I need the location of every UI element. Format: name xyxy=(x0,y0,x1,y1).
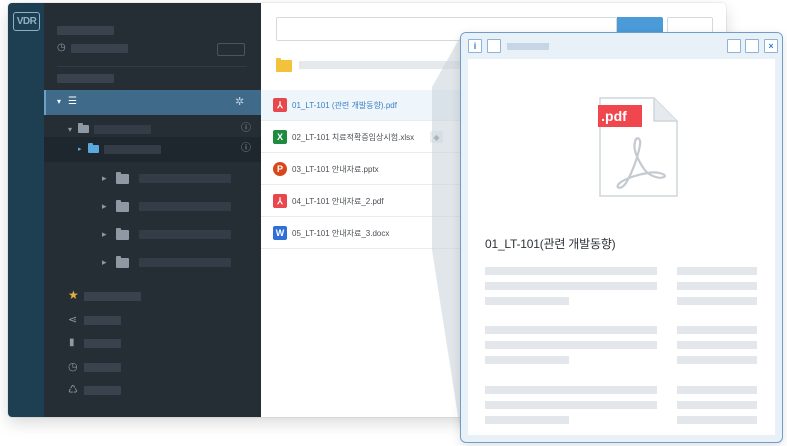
text-line-placeholder xyxy=(485,341,657,349)
info-button[interactable]: i xyxy=(468,39,482,53)
text-line-placeholder xyxy=(485,386,657,394)
preview-toolbar: i × xyxy=(461,33,782,59)
favorites-placeholder xyxy=(84,292,141,301)
folder-icon xyxy=(116,200,129,212)
chevron-right-icon[interactable]: ▸ xyxy=(102,257,107,267)
preview-document-title: 01_LT-101(관련 개발동향) xyxy=(485,237,616,251)
text-line-placeholder xyxy=(485,267,657,275)
folder-name-placeholder xyxy=(94,125,151,134)
trash-placeholder xyxy=(84,386,121,395)
folder-icon xyxy=(116,256,129,268)
chevron-down-icon[interactable]: ▾ xyxy=(68,125,72,135)
text-line-placeholder xyxy=(677,297,757,305)
chevron-right-icon[interactable]: ▸ xyxy=(102,229,107,239)
shared-placeholder xyxy=(84,316,121,325)
preview-window: i × .pdf 01_LT-101(관련 개발동향) xyxy=(460,32,783,443)
sidebar: ◷ ▾ ☰ ✲ ▾ ⓘ ▸ ⓘ ▸ ▸ ▸ ▸ ★ ⋖ ▮ ◷ ♺ xyxy=(44,3,261,417)
text-line-placeholder xyxy=(677,416,757,424)
text-line-placeholder xyxy=(677,267,757,275)
stage: VDR ◷ ▾ ☰ ✲ ▾ ⓘ ▸ ⓘ ▸ ▸ ▸ ▸ ★ ⋖ ▮ ◷ ♺ ⅄ … xyxy=(0,0,787,446)
sidebar-section-placeholder xyxy=(57,74,114,83)
chevron-right-icon[interactable]: ▸ xyxy=(102,173,107,183)
preview-body: .pdf 01_LT-101(관련 개발동향) xyxy=(468,59,775,435)
pdf-icon: ⅄ xyxy=(273,98,287,112)
text-line-placeholder xyxy=(677,401,757,409)
excel-icon: X xyxy=(273,130,287,144)
pdf-icon: ⅄ xyxy=(273,194,287,208)
text-line-placeholder xyxy=(485,326,657,334)
folder-name-placeholder xyxy=(139,258,231,267)
sidebar-subtitle-placeholder xyxy=(71,44,128,53)
vdr-logo[interactable]: VDR xyxy=(13,12,40,31)
preview-title-placeholder xyxy=(507,43,549,50)
file-name: 01_LT-101 (관련 개발동향).pdf xyxy=(292,101,397,110)
minimize-button[interactable] xyxy=(727,39,741,53)
info-icon[interactable]: ⓘ xyxy=(241,124,251,134)
file-name: 05_LT-101 안내자료_3.docx xyxy=(292,229,390,238)
file-name: 03_LT-101 안내자료.pptx xyxy=(292,165,379,174)
text-line-placeholder xyxy=(677,341,757,349)
text-line-placeholder xyxy=(485,282,657,290)
share-icon[interactable]: ⋖ xyxy=(68,315,77,326)
info-icon[interactable]: ⓘ xyxy=(241,144,251,154)
tag-icon[interactable]: ◆ xyxy=(430,131,443,143)
text-line-placeholder xyxy=(485,297,569,305)
maximize-button[interactable] xyxy=(745,39,759,53)
text-line-placeholder xyxy=(485,401,657,409)
file-name: 04_LT-101 안내자료_2.pdf xyxy=(292,197,384,206)
folder-icon xyxy=(276,58,292,72)
file-name: 02_LT-101 치료적확증임상시험.xlsx xyxy=(292,133,415,142)
pdf-document-icon: .pdf xyxy=(598,97,678,197)
app-rail: VDR xyxy=(8,3,44,417)
close-button[interactable]: × xyxy=(764,39,778,53)
clock-icon[interactable]: ◷ xyxy=(68,362,78,373)
list-icon: ☰ xyxy=(68,96,77,107)
folder-name-placeholder xyxy=(139,202,231,211)
chevron-down-icon[interactable]: ▾ xyxy=(57,97,61,107)
sidebar-divider xyxy=(57,66,247,67)
chevron-right-icon[interactable]: ▸ xyxy=(102,201,107,211)
gear-icon[interactable]: ✲ xyxy=(235,97,244,108)
text-line-placeholder xyxy=(677,356,757,364)
folder-icon xyxy=(116,172,129,184)
folder-icon xyxy=(88,143,99,153)
documents-placeholder xyxy=(84,339,121,348)
sidebar-item-all-files[interactable]: ▾ ☰ ✲ xyxy=(44,90,261,115)
powerpoint-icon: P xyxy=(273,162,287,176)
sidebar-header-button[interactable] xyxy=(217,43,245,56)
trash-icon[interactable]: ♺ xyxy=(68,385,78,396)
star-icon[interactable]: ★ xyxy=(68,289,79,301)
clock-icon: ◷ xyxy=(57,42,66,53)
text-line-placeholder xyxy=(677,282,757,290)
sidebar-title-placeholder xyxy=(57,26,114,35)
preview-toolbar-button[interactable] xyxy=(487,39,501,53)
pdf-badge-label: .pdf xyxy=(601,108,627,124)
text-line-placeholder xyxy=(485,356,569,364)
chevron-right-icon[interactable]: ▸ xyxy=(78,145,82,155)
text-line-placeholder xyxy=(677,326,757,334)
text-line-placeholder xyxy=(677,386,757,394)
folder-name-placeholder xyxy=(104,145,161,154)
folder-name-placeholder xyxy=(139,174,231,183)
recent-placeholder xyxy=(84,363,121,372)
file-icon[interactable]: ▮ xyxy=(69,338,75,348)
sidebar-subfolder-row[interactable]: ▸ ⓘ xyxy=(44,137,261,162)
word-icon: W xyxy=(273,226,287,240)
folder-icon xyxy=(116,228,129,240)
folder-icon xyxy=(78,123,89,133)
folder-name-placeholder xyxy=(139,230,231,239)
text-line-placeholder xyxy=(485,416,569,424)
